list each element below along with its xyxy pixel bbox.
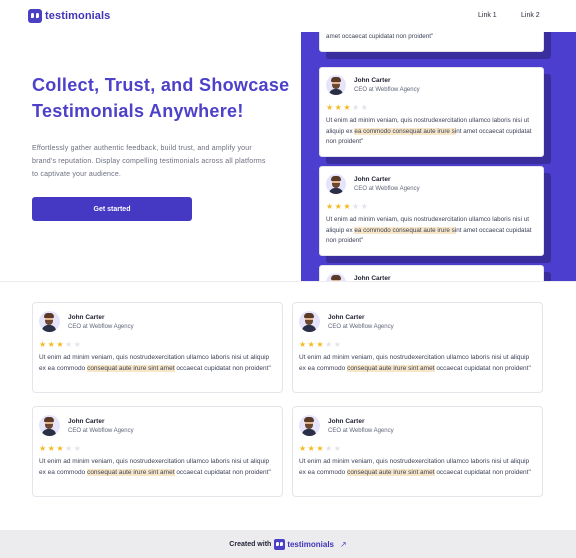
author-role: CEO at Webflow Agency: [354, 186, 420, 192]
testimonial-text: Ut enim ad minim veniam, quis nostrudexe…: [326, 216, 532, 244]
author-name: John Carter: [328, 417, 365, 425]
quote-icon: [28, 9, 42, 23]
author-name: John Carter: [328, 313, 365, 321]
author-role: CEO at Webflow Agency: [68, 323, 134, 330]
star-rating: ★★★★★: [299, 340, 343, 349]
logo[interactable]: testimonials: [28, 9, 110, 23]
author-name: John Carter: [354, 275, 391, 282]
testimonial-card: John Carter CEO at Webflow Agency: [319, 265, 544, 282]
testimonial-card: John Carter CEO at Webflow Agency ★★★★★ …: [319, 166, 544, 256]
testimonial-text: Ut enim ad minim veniam, quis nostrudexe…: [39, 458, 271, 476]
author-role: CEO at Webflow Agency: [354, 87, 420, 93]
testimonial-card: John Carter CEO at Webflow Agency ★★★★★ …: [32, 302, 283, 393]
star-rating: ★★★★★: [39, 444, 83, 453]
footer: Created with testimonials ↗: [0, 530, 576, 558]
avatar: [39, 311, 60, 332]
testimonial-text: Ut enim ad minim veniam, quis nostrudexe…: [326, 117, 532, 145]
testimonial-showcase-panel: amet occaecat cupidatat non proident" Jo…: [301, 32, 576, 282]
author-role: CEO at Webflow Agency: [328, 427, 394, 434]
avatar: [326, 174, 346, 194]
author-name: John Carter: [354, 77, 391, 84]
hero-content: Collect, Trust, and Showcase Testimonial…: [32, 72, 292, 221]
testimonials-grid: John Carter CEO at Webflow Agency ★★★★★ …: [0, 282, 576, 530]
avatar: [39, 415, 60, 436]
quote-icon: [274, 538, 286, 550]
hero-section: Collect, Trust, and Showcase Testimonial…: [0, 32, 576, 282]
nav-link-1[interactable]: Link 1: [478, 12, 497, 19]
avatar: [299, 311, 320, 332]
star-rating: ★★★★★: [326, 202, 370, 211]
get-started-button[interactable]: Get started: [32, 197, 192, 221]
author-name: John Carter: [354, 176, 391, 183]
nav-link-2[interactable]: Link 2: [521, 12, 540, 19]
avatar: [326, 273, 346, 281]
author-role: CEO at Webflow Agency: [328, 323, 394, 330]
author-name: John Carter: [68, 313, 105, 321]
star-rating: ★★★★★: [39, 340, 83, 349]
testimonial-text: Ut enim ad minim veniam, quis nostrudexe…: [299, 354, 531, 372]
star-rating: ★★★★★: [326, 103, 370, 112]
testimonial-card: John Carter CEO at Webflow Agency ★★★★★ …: [292, 406, 543, 497]
testimonial-text: amet occaecat cupidatat non proident": [326, 33, 434, 40]
logo-text: testimonials: [45, 10, 111, 22]
created-with-label: Created with: [229, 540, 272, 548]
hero-title: Collect, Trust, and Showcase Testimonial…: [32, 75, 290, 121]
hero-description: Effortlessly gather authentic feedback, …: [32, 145, 266, 178]
author-name: John Carter: [68, 417, 105, 425]
top-nav: testimonials Link 1 Link 2: [0, 0, 576, 32]
testimonial-card: John Carter CEO at Webflow Agency ★★★★★ …: [319, 67, 544, 157]
external-link-icon[interactable]: ↗: [340, 540, 347, 549]
star-rating: ★★★★★: [299, 444, 343, 453]
avatar: [326, 75, 346, 95]
testimonial-text: Ut enim ad minim veniam, quis nostrudexe…: [39, 354, 271, 372]
testimonial-card: John Carter CEO at Webflow Agency ★★★★★ …: [32, 406, 283, 497]
footer-logo-link[interactable]: testimonials: [287, 540, 334, 549]
author-role: CEO at Webflow Agency: [68, 427, 134, 434]
testimonial-card: John Carter CEO at Webflow Agency ★★★★★ …: [292, 302, 543, 393]
testimonial-card: amet occaecat cupidatat non proident": [319, 32, 544, 52]
avatar: [299, 415, 320, 436]
testimonial-text: Ut enim ad minim veniam, quis nostrudexe…: [299, 458, 531, 476]
